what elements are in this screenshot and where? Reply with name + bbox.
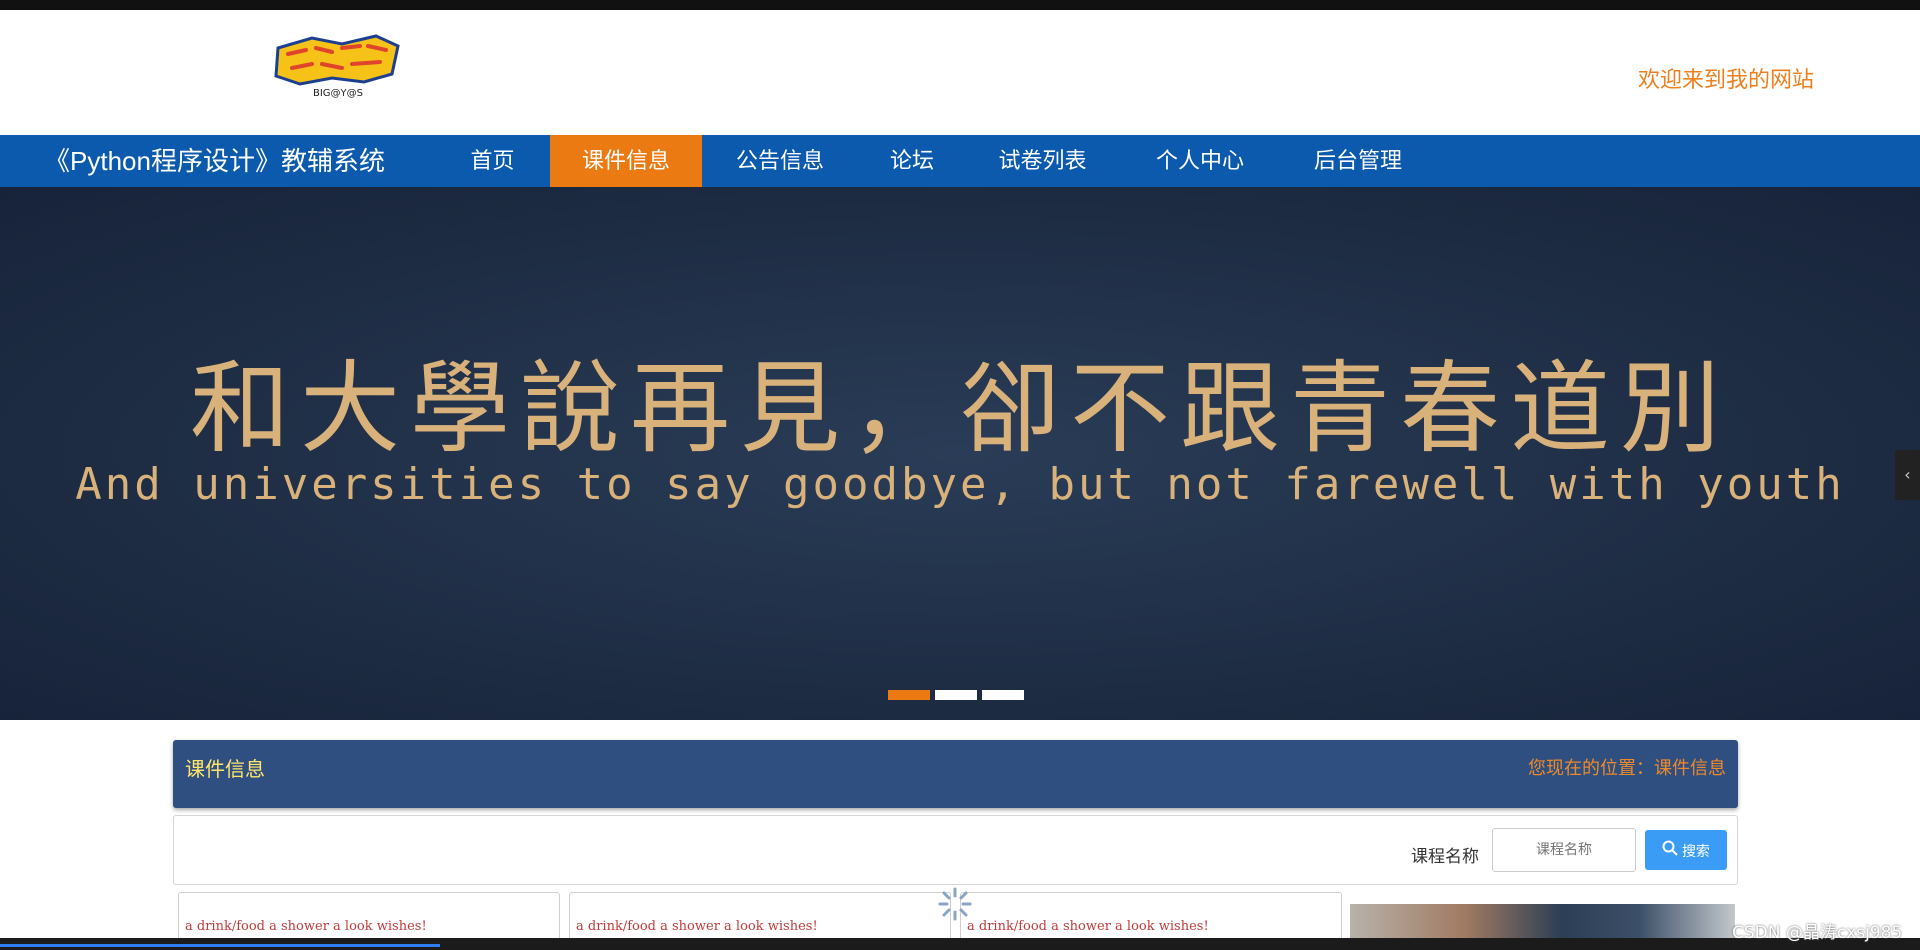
watermark: CSDN @晶涛cxsj985 — [1732, 923, 1903, 943]
main-nav: 《Python程序设计》教辅系统 首页 课件信息 公告信息 论坛 试卷列表 个人… — [0, 135, 1920, 187]
chevron-left-icon: ‹ — [1904, 465, 1911, 484]
carousel-dot[interactable] — [982, 690, 1024, 700]
svg-text:BIG@Y@S: BIG@Y@S — [313, 88, 363, 99]
loading-spinner-icon — [937, 886, 973, 922]
course-card[interactable]: a drink/food a shower a look wishes! — [960, 892, 1342, 942]
side-toggle-tab[interactable]: ‹ — [1895, 450, 1920, 500]
search-button-label: 搜索 — [1681, 843, 1710, 860]
card-image-text: a drink/food a shower a look wishes! — [576, 919, 818, 934]
search-input[interactable] — [1492, 828, 1636, 872]
breadcrumb-bar: 课件信息 您现在的位置：课件信息 — [173, 740, 1738, 808]
carousel-dot[interactable] — [888, 690, 930, 700]
search-label: 课程名称 — [1411, 847, 1479, 867]
card-image-text: a drink/food a shower a look wishes! — [185, 919, 427, 934]
nav-item-forum[interactable]: 论坛 — [862, 135, 962, 187]
course-card[interactable]: a drink/food a shower a look wishes! — [569, 892, 951, 942]
site-logo[interactable]: BIG@Y@S — [272, 34, 404, 100]
nav-item-exams[interactable]: 试卷列表 — [975, 135, 1110, 187]
nav-item-announcements[interactable]: 公告信息 — [710, 135, 850, 187]
section-title: 课件信息 — [185, 757, 265, 781]
card-image-text: a drink/food a shower a look wishes! — [967, 919, 1209, 934]
carousel-dot[interactable] — [935, 690, 977, 700]
hero-banner[interactable]: 和大學說再見，卻不跟青春道別 And universities to say g… — [0, 187, 1920, 720]
breadcrumb: 您现在的位置：课件信息 — [1528, 758, 1726, 779]
search-button[interactable]: 搜索 — [1645, 830, 1727, 870]
course-card-photo[interactable] — [1350, 904, 1735, 942]
site-header: BIG@Y@S 欢迎来到我的网站 — [0, 10, 1920, 135]
banner-headline-cn: 和大學說再見，卻不跟青春道別 — [190, 350, 1730, 467]
search-icon — [1662, 831, 1678, 871]
nav-item-home[interactable]: 首页 — [440, 135, 545, 187]
nav-item-admin[interactable]: 后台管理 — [1288, 135, 1428, 187]
site-title[interactable]: 《Python程序设计》教辅系统 — [44, 135, 385, 187]
nav-item-courseware[interactable]: 课件信息 — [550, 135, 702, 187]
welcome-text: 欢迎来到我的网站 — [1638, 67, 1815, 92]
browser-top-strip — [0, 0, 1920, 10]
banner-headline-en: And universities to say goodbye, but not… — [75, 459, 1845, 510]
course-card[interactable]: a drink/food a shower a look wishes! — [178, 892, 560, 942]
search-panel: 课程名称 搜索 — [173, 815, 1738, 885]
page-load-progress — [0, 944, 440, 947]
nav-item-profile[interactable]: 个人中心 — [1130, 135, 1270, 187]
